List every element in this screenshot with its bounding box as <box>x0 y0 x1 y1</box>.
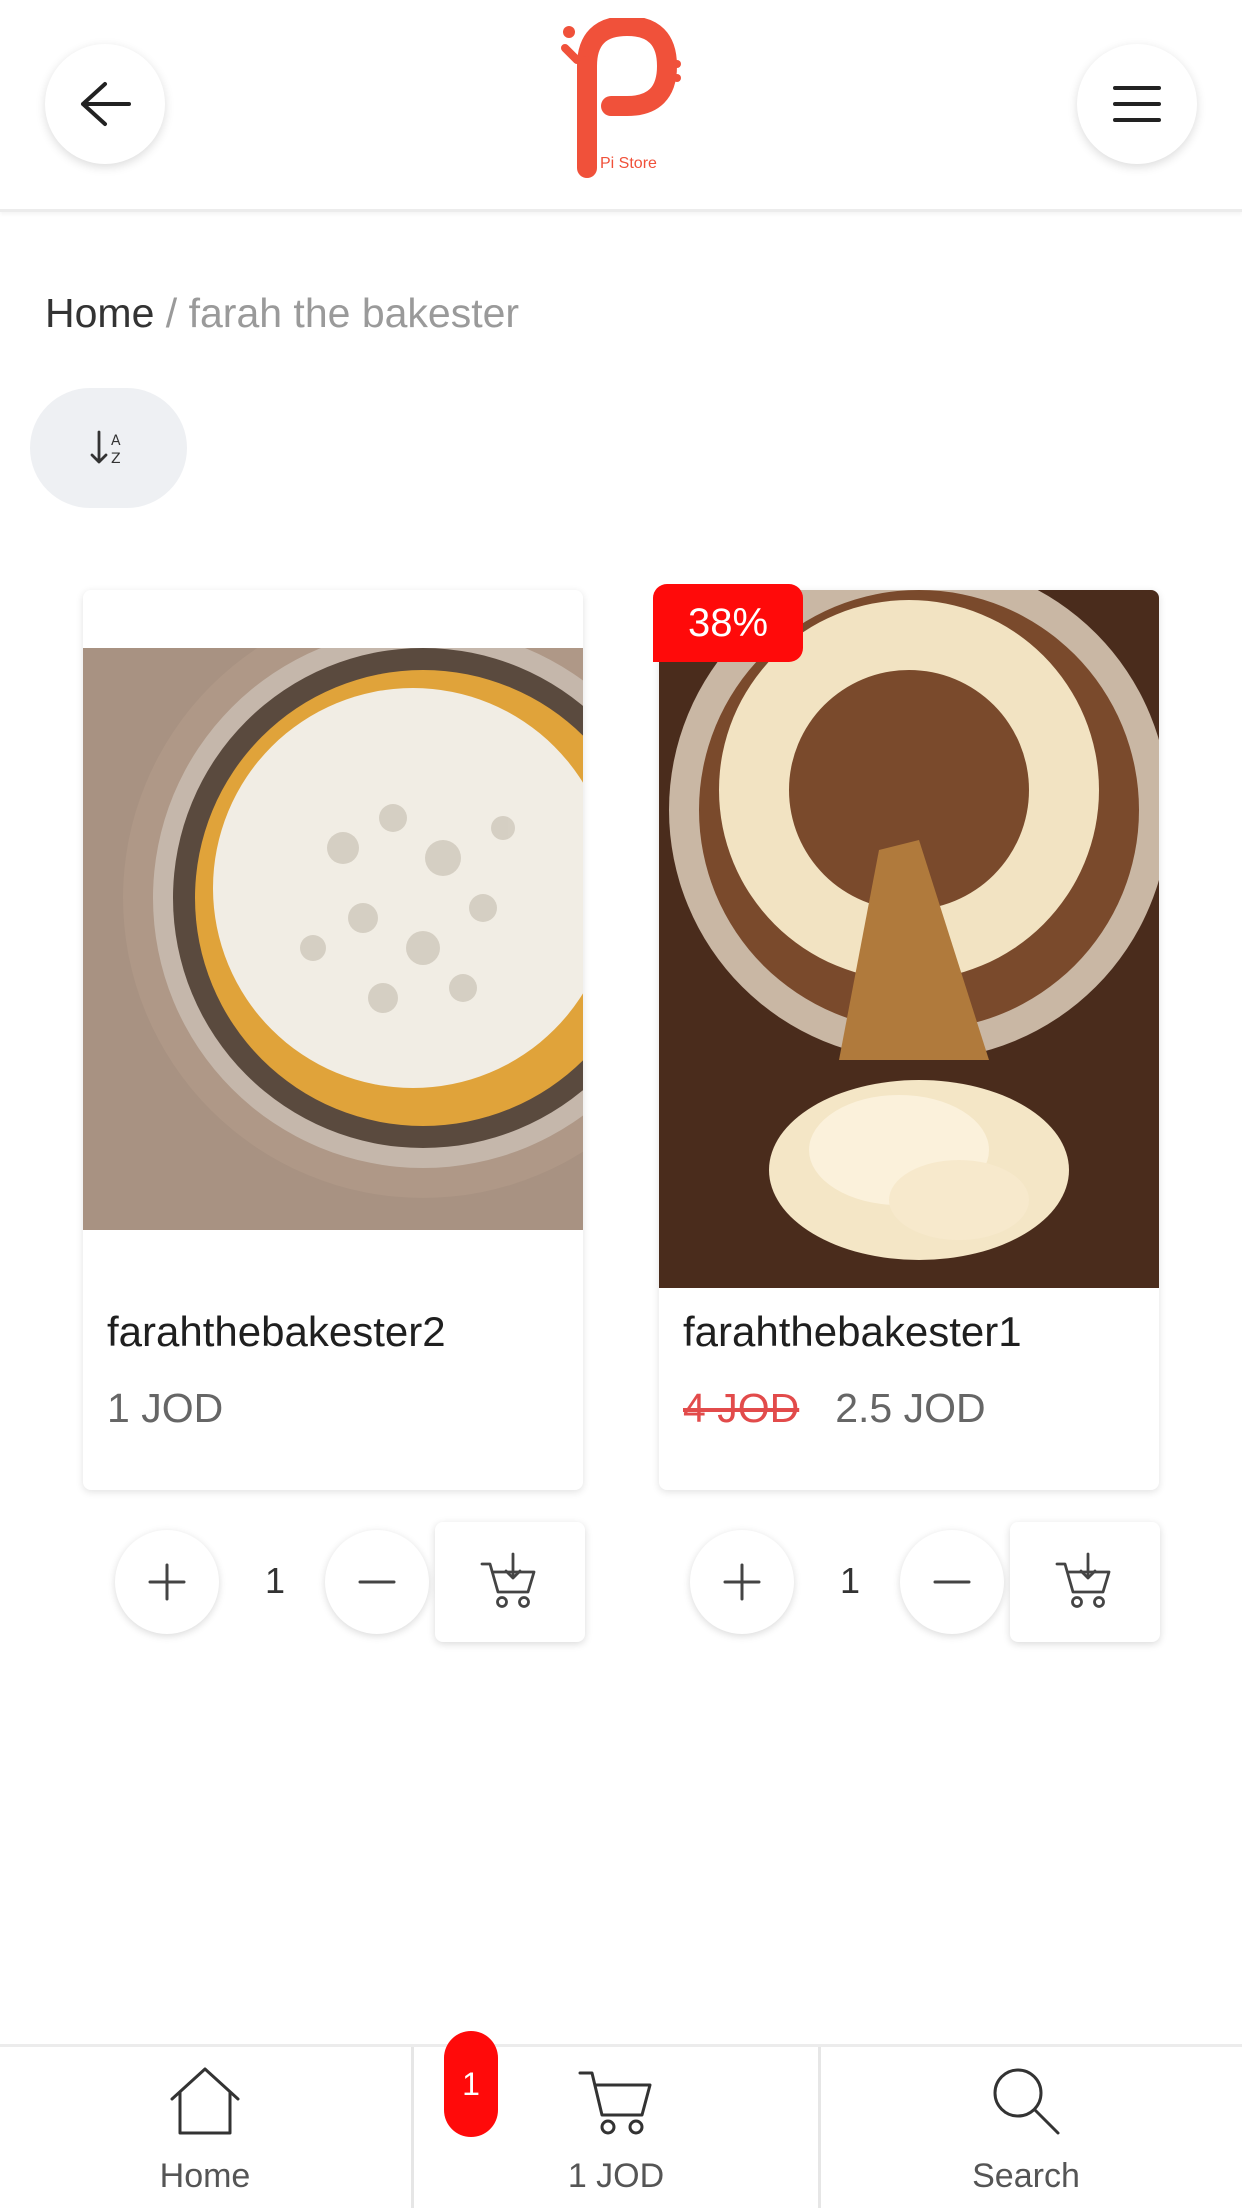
search-icon <box>993 2068 1060 2135</box>
quantity-value: 1 <box>264 1560 286 1601</box>
nav-cart-total: 1 JOD <box>567 2157 665 2195</box>
nav-home-label: Home <box>159 2157 251 2195</box>
add-to-cart-button[interactable] <box>1010 1522 1160 1642</box>
bottom-navigation: Home 1 1 JOD Search <box>0 2031 1242 2208</box>
price-row: 1 JOD <box>107 1385 223 1432</box>
quantity-stepper: 1 <box>115 1522 585 1642</box>
product-name[interactable]: farahthebakester2 <box>107 1308 446 1356</box>
cart-download-icon <box>480 1552 536 1608</box>
logo-text: Pi Store <box>600 155 657 172</box>
sort-button[interactable]: A Z <box>30 388 187 508</box>
hamburger-menu-icon <box>1113 86 1161 122</box>
quantity-value: 1 <box>839 1560 861 1601</box>
increase-quantity-button[interactable] <box>690 1530 794 1634</box>
decrease-quantity-button[interactable] <box>900 1530 1004 1634</box>
product-image-carrot-cake[interactable] <box>659 590 1159 1288</box>
product-price: 2.5 JOD <box>835 1385 986 1431</box>
product-image-cheesecake[interactable] <box>83 648 583 1230</box>
sort-a-z-icon: A Z <box>90 430 121 467</box>
breadcrumb-current: farah the bakester <box>188 290 520 336</box>
discount-badge: 38% <box>653 584 803 662</box>
shopping-cart-icon <box>578 2071 652 2135</box>
cart-count-badge: 1 <box>444 2031 498 2137</box>
increase-quantity-button[interactable] <box>115 1530 219 1634</box>
original-price: 4 JOD <box>683 1385 800 1431</box>
product-listing-page: Pi Store Home / farah the bakester A Z f… <box>0 0 1242 2208</box>
svg-text:A: A <box>111 433 121 449</box>
minus-icon <box>933 1580 971 1584</box>
svg-text:Z: Z <box>111 451 121 467</box>
product-card[interactable]: farahthebakester1 4 JOD 2.5 JOD <box>659 590 1159 1490</box>
breadcrumb-home-link[interactable]: Home <box>45 290 154 336</box>
plus-icon <box>723 1563 761 1601</box>
minus-icon <box>358 1580 396 1584</box>
breadcrumb: Home / farah the bakester <box>45 290 519 337</box>
plus-icon <box>148 1563 186 1601</box>
price-row: 4 JOD 2.5 JOD <box>683 1385 986 1432</box>
nav-home[interactable]: Home <box>0 2047 410 2208</box>
nav-search[interactable]: Search <box>821 2047 1231 2208</box>
add-to-cart-button[interactable] <box>435 1522 585 1642</box>
home-icon <box>170 2067 240 2135</box>
nav-cart[interactable]: 1 1 JOD <box>411 2031 821 2208</box>
breadcrumb-separator: / <box>165 290 178 336</box>
back-button[interactable] <box>45 44 165 164</box>
cart-download-icon <box>1055 1552 1111 1608</box>
menu-button[interactable] <box>1077 44 1197 164</box>
top-header: Pi Store <box>0 0 1242 212</box>
decrease-quantity-button[interactable] <box>325 1530 429 1634</box>
product-name[interactable]: farahthebakester1 <box>683 1308 1022 1356</box>
quantity-stepper: 1 <box>690 1522 1160 1642</box>
nav-search-label: Search <box>972 2157 1080 2195</box>
product-price: 1 JOD <box>107 1385 224 1431</box>
product-card[interactable]: farahthebakester2 1 JOD <box>83 590 583 1490</box>
arrow-left-icon <box>81 82 131 126</box>
